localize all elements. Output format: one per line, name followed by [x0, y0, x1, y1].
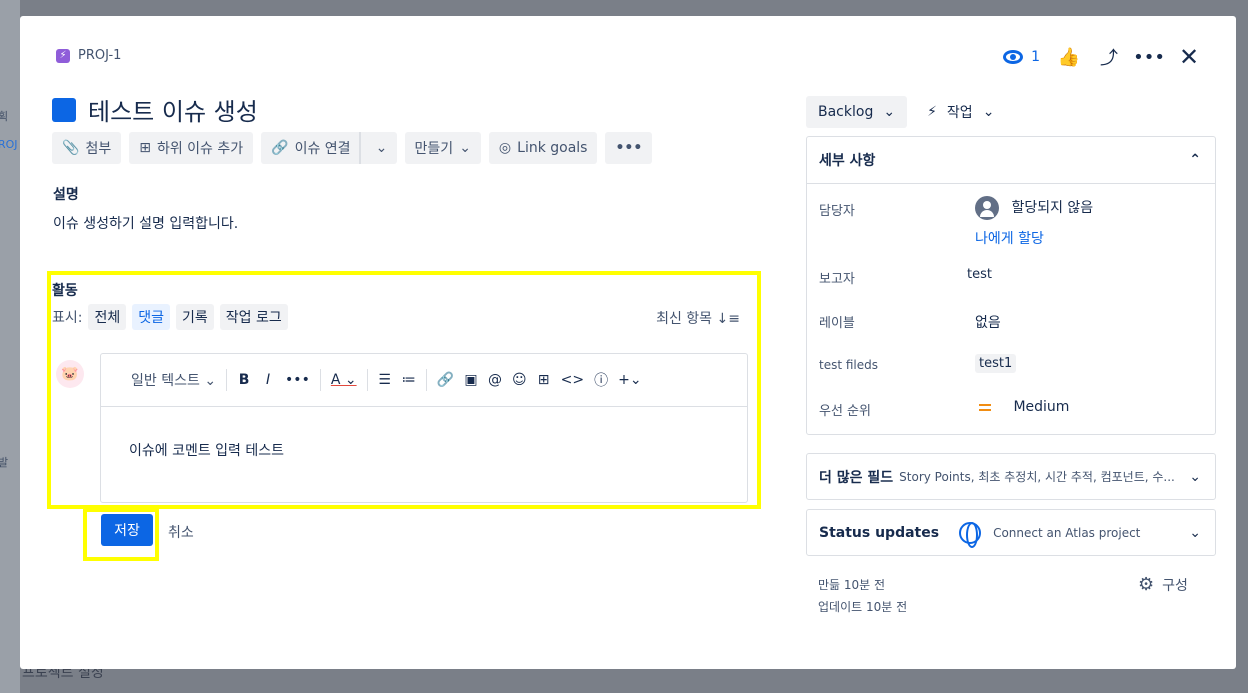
bullet-list-icon[interactable]: ☰ [378, 372, 392, 388]
chevron-down-icon: ⌄ [883, 104, 896, 120]
divider [226, 369, 228, 391]
issue-key[interactable]: PROJ-1 [78, 48, 121, 63]
reporter-field: 보고자 test [819, 267, 992, 287]
divider [319, 369, 321, 391]
status-updates-section[interactable]: Status updates Connect an Atlas project … [806, 509, 1216, 556]
epic-lightning-icon: ⚡ [56, 48, 70, 63]
updated-time: 업데이트 10분 전 [818, 600, 908, 614]
italic-icon[interactable]: I [261, 372, 275, 388]
assignee-field: 담당자 할당되지 않음 나에게 할당 [807, 184, 1215, 254]
link-goals-button[interactable]: ◎ Link goals [488, 132, 598, 164]
sort-icon: ↓≡ [716, 311, 740, 327]
add-child-issue-button[interactable]: ⊞ 하위 이슈 추가 [129, 132, 254, 164]
text-color-icon[interactable]: A ⌄ [331, 372, 357, 388]
created-time: 만듦 10분 전 [818, 578, 886, 592]
description-label: 설명 [53, 187, 79, 203]
image-icon[interactable]: ▣ [464, 372, 478, 388]
atlas-globe-icon [959, 521, 982, 548]
reporter-value[interactable]: test [967, 267, 992, 282]
editor-content[interactable]: 이슈에 코멘트 입력 테스트 [101, 407, 747, 493]
chevron-down-icon: ⌄ [204, 373, 217, 389]
chevron-down-icon: ⌄ [1189, 468, 1201, 485]
labels-value[interactable]: 없음 [975, 312, 1001, 332]
watch-button[interactable]: 1 [1003, 49, 1040, 65]
divider [366, 369, 368, 391]
activity-label: 활동 [52, 283, 78, 299]
filter-comments[interactable]: 댓글 [132, 304, 171, 330]
top-actions: 1 👍 ⤴ ••• ✕ [1003, 43, 1200, 71]
background-sidebar: 획 ROJ 발 [0, 0, 20, 693]
close-icon[interactable]: ✕ [1178, 43, 1200, 71]
text-style-dropdown[interactable]: 일반 텍스트 ⌄ [131, 370, 216, 390]
filter-all[interactable]: 전체 [88, 304, 127, 330]
priority-medium-icon [979, 401, 991, 414]
info-icon[interactable]: ⓘ [594, 370, 608, 390]
share-icon[interactable]: ⤴ [1098, 46, 1120, 69]
action-dropdown[interactable]: ⚡ 작업 ⌄ [921, 96, 1000, 128]
breadcrumb[interactable]: ⚡ PROJ-1 [56, 48, 121, 63]
numbered-list-icon[interactable]: ≔ [402, 372, 416, 388]
details-panel: 세부 사항 ⌃ 담당자 할당되지 않음 나에게 할당 보고자 test 레이블 … [806, 136, 1216, 435]
chevron-up-icon: ⌃ [1189, 152, 1201, 168]
gear-icon: ⚙ [1138, 574, 1155, 595]
priority-field: 우선 순위 Medium [819, 399, 1070, 419]
eye-icon [1003, 50, 1024, 64]
activity-filter-row: 표시: 전체 댓글 기록 작업 로그 [52, 304, 288, 330]
more-icon[interactable]: ••• [1133, 46, 1165, 68]
save-button[interactable]: 저장 [101, 514, 153, 546]
avatar: 🐷 [56, 360, 84, 388]
sort-latest-button[interactable]: 최신 항목 ↓≡ [656, 308, 740, 328]
more-actions-button[interactable]: ••• [605, 132, 653, 164]
create-button[interactable]: 만들기 ⌄ [404, 132, 481, 164]
more-fields-section[interactable]: 더 많은 필드 Story Points, 최초 추정치, 시간 추적, 컴포넌… [806, 453, 1216, 500]
custom-field: test fileds test1 [807, 342, 1215, 386]
issue-type-icon [52, 97, 76, 122]
issue-toolbar: 📎 첨부 ⊞ 하위 이슈 추가 🔗 이슈 연결 ⌄ 만들기 ⌄ ◎ Link g… [52, 132, 653, 164]
user-icon [975, 196, 999, 220]
link-icon[interactable]: 🔗 [437, 372, 454, 388]
table-icon[interactable]: ⊞ [537, 372, 551, 388]
show-label: 표시: [52, 310, 83, 326]
insert-more-icon[interactable]: +⌄ [618, 372, 641, 388]
more-formatting-icon[interactable]: ••• [285, 372, 310, 388]
issue-title: 테스트 이슈 생성 [52, 92, 258, 127]
status-row: Backlog ⌄ ⚡ 작업 ⌄ [806, 96, 1000, 128]
link-issue-dropdown[interactable]: ⌄ [367, 140, 397, 156]
labels-field: 레이블 없음 [807, 298, 1215, 342]
comment-editor: 일반 텍스트 ⌄ B I ••• A ⌄ ☰ ≔ 🔗 ▣ @ ☺ ⊞ <> ⓘ … [100, 353, 748, 503]
code-icon[interactable]: <> [561, 372, 584, 388]
assignee-value[interactable]: 할당되지 않음 [975, 196, 1093, 220]
cancel-button[interactable]: 취소 [168, 522, 194, 542]
link-icon: 🔗 [271, 140, 289, 156]
configure-button[interactable]: ⚙ 구성 [1138, 574, 1188, 595]
attach-button[interactable]: 📎 첨부 [52, 132, 122, 164]
chevron-down-icon: ⌄ [1189, 524, 1201, 541]
filter-worklog[interactable]: 작업 로그 [219, 304, 288, 330]
link-issue-main[interactable]: 🔗 이슈 연결 [261, 132, 361, 164]
details-header[interactable]: 세부 사항 ⌃ [807, 137, 1215, 184]
bold-icon[interactable]: B [237, 372, 251, 388]
filter-history[interactable]: 기록 [176, 304, 214, 330]
editor-toolbar: 일반 텍스트 ⌄ B I ••• A ⌄ ☰ ≔ 🔗 ▣ @ ☺ ⊞ <> ⓘ … [101, 354, 747, 407]
link-issue-button[interactable]: 🔗 이슈 연결 ⌄ [261, 132, 397, 164]
issue-title-text[interactable]: 테스트 이슈 생성 [88, 92, 258, 127]
custom-field-value[interactable]: test1 [975, 354, 1017, 373]
thumbs-up-icon[interactable]: 👍 [1058, 46, 1080, 68]
divider [425, 369, 427, 391]
paperclip-icon: 📎 [62, 140, 80, 156]
mention-icon[interactable]: @ [488, 372, 502, 388]
hierarchy-icon: ⊞ [139, 140, 151, 156]
chevron-down-icon: ⌄ [459, 140, 471, 156]
emoji-icon[interactable]: ☺ [512, 372, 527, 388]
issue-modal: ⚡ PROJ-1 1 👍 ⤴ ••• ✕ 테스트 이슈 생성 📎 첨부 ⊞ 하위… [20, 16, 1236, 669]
description-text[interactable]: 이슈 생성하기 설명 입력합니다. [53, 213, 238, 233]
lightning-icon: ⚡ [927, 104, 937, 120]
status-dropdown[interactable]: Backlog ⌄ [806, 96, 908, 128]
goal-icon: ◎ [498, 140, 512, 156]
watch-count: 1 [1031, 49, 1040, 65]
chevron-down-icon: ⌄ [982, 104, 995, 120]
priority-value[interactable]: Medium [979, 399, 1069, 415]
assign-to-me-link[interactable]: 나에게 할당 [975, 228, 1044, 248]
